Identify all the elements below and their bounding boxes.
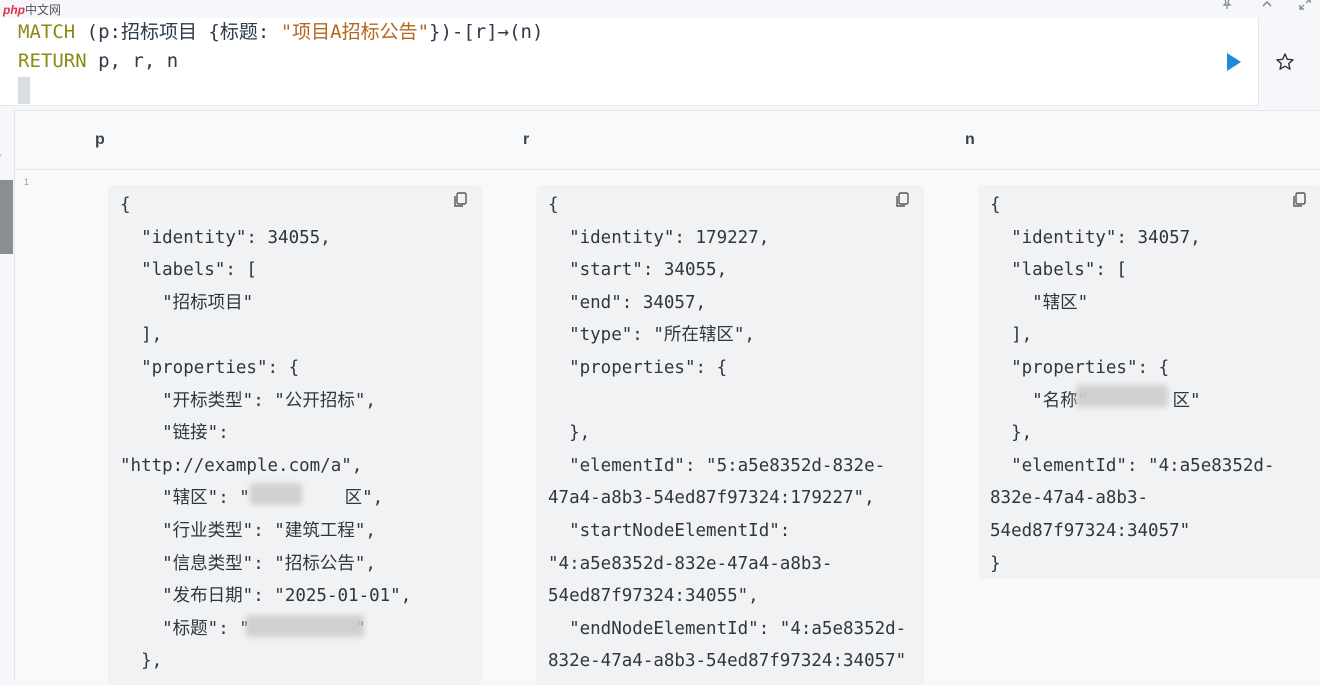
run-query-button[interactable] — [1222, 51, 1244, 73]
cell-p-json: { "identity": 34055, "labels": [ "招标项目" … — [120, 195, 412, 672]
cell-n-json: { "identity": 34057, "labels": [ "辖区" ],… — [990, 195, 1275, 574]
play-icon — [1227, 53, 1241, 71]
star-icon — [1276, 53, 1294, 70]
row-number: 1 — [24, 177, 30, 187]
return-vars: p, r, n — [86, 50, 179, 72]
column-header-n: n — [965, 131, 975, 148]
column-header-p: p — [95, 131, 105, 148]
result-header-row: p r n — [15, 111, 1320, 170]
match-keyword: MATCH — [18, 21, 76, 43]
pattern-end: })-[r]→(n) — [429, 21, 544, 43]
chevron-up-icon[interactable] — [1258, 0, 1276, 15]
redaction-blur — [246, 615, 364, 637]
copy-icon — [896, 192, 909, 207]
return-keyword: RETURN — [18, 50, 87, 72]
favorite-button[interactable] — [1274, 51, 1296, 73]
copy-button[interactable] — [1290, 191, 1308, 209]
query-line-1[interactable]: MATCH (p:招标项目 {标题: "项目A招标公告"})-[r]→(n) — [18, 18, 543, 47]
result-table: p r n 1 { "identity": 34055, "labels": [… — [14, 110, 1320, 685]
result-cell-p[interactable]: { "identity": 34055, "labels": [ "招标项目" … — [108, 185, 482, 685]
query-line-2[interactable]: RETURN p, r, n — [18, 47, 178, 76]
cell-r-json: { "identity": 179227, "start": 34055, "e… — [548, 195, 907, 672]
scrollbar-handle[interactable] — [0, 180, 13, 254]
pattern-string: "项目A招标公告" — [280, 21, 430, 43]
pin-icon[interactable] — [1218, 0, 1236, 15]
editor-cursor — [18, 77, 30, 104]
window-top-strip: php中文网 — [0, 0, 1320, 18]
watermark-site: 中文网 — [25, 3, 62, 17]
copy-button[interactable] — [893, 191, 911, 209]
copy-button[interactable] — [451, 191, 469, 209]
query-editor[interactable]: MATCH (p:招标项目 {标题: "项目A招标公告"})-[r]→(n) R… — [0, 18, 1294, 106]
watermark-brand: php — [3, 3, 25, 17]
column-header-r: r — [523, 131, 530, 148]
gutter-marker: ' — [0, 153, 2, 163]
result-cell-n[interactable]: { "identity": 34057, "labels": [ "辖区" ],… — [978, 185, 1320, 579]
redaction-blur — [250, 483, 302, 505]
watermark-logo: php中文网 — [3, 1, 61, 18]
expand-icon[interactable] — [1296, 0, 1314, 15]
pattern-start: (p:招标项目 {标题: — [75, 21, 281, 43]
copy-icon — [454, 192, 467, 207]
copy-icon — [1293, 192, 1306, 207]
result-cell-r[interactable]: { "identity": 179227, "start": 34055, "e… — [536, 185, 924, 685]
redaction-blur — [1076, 385, 1168, 407]
